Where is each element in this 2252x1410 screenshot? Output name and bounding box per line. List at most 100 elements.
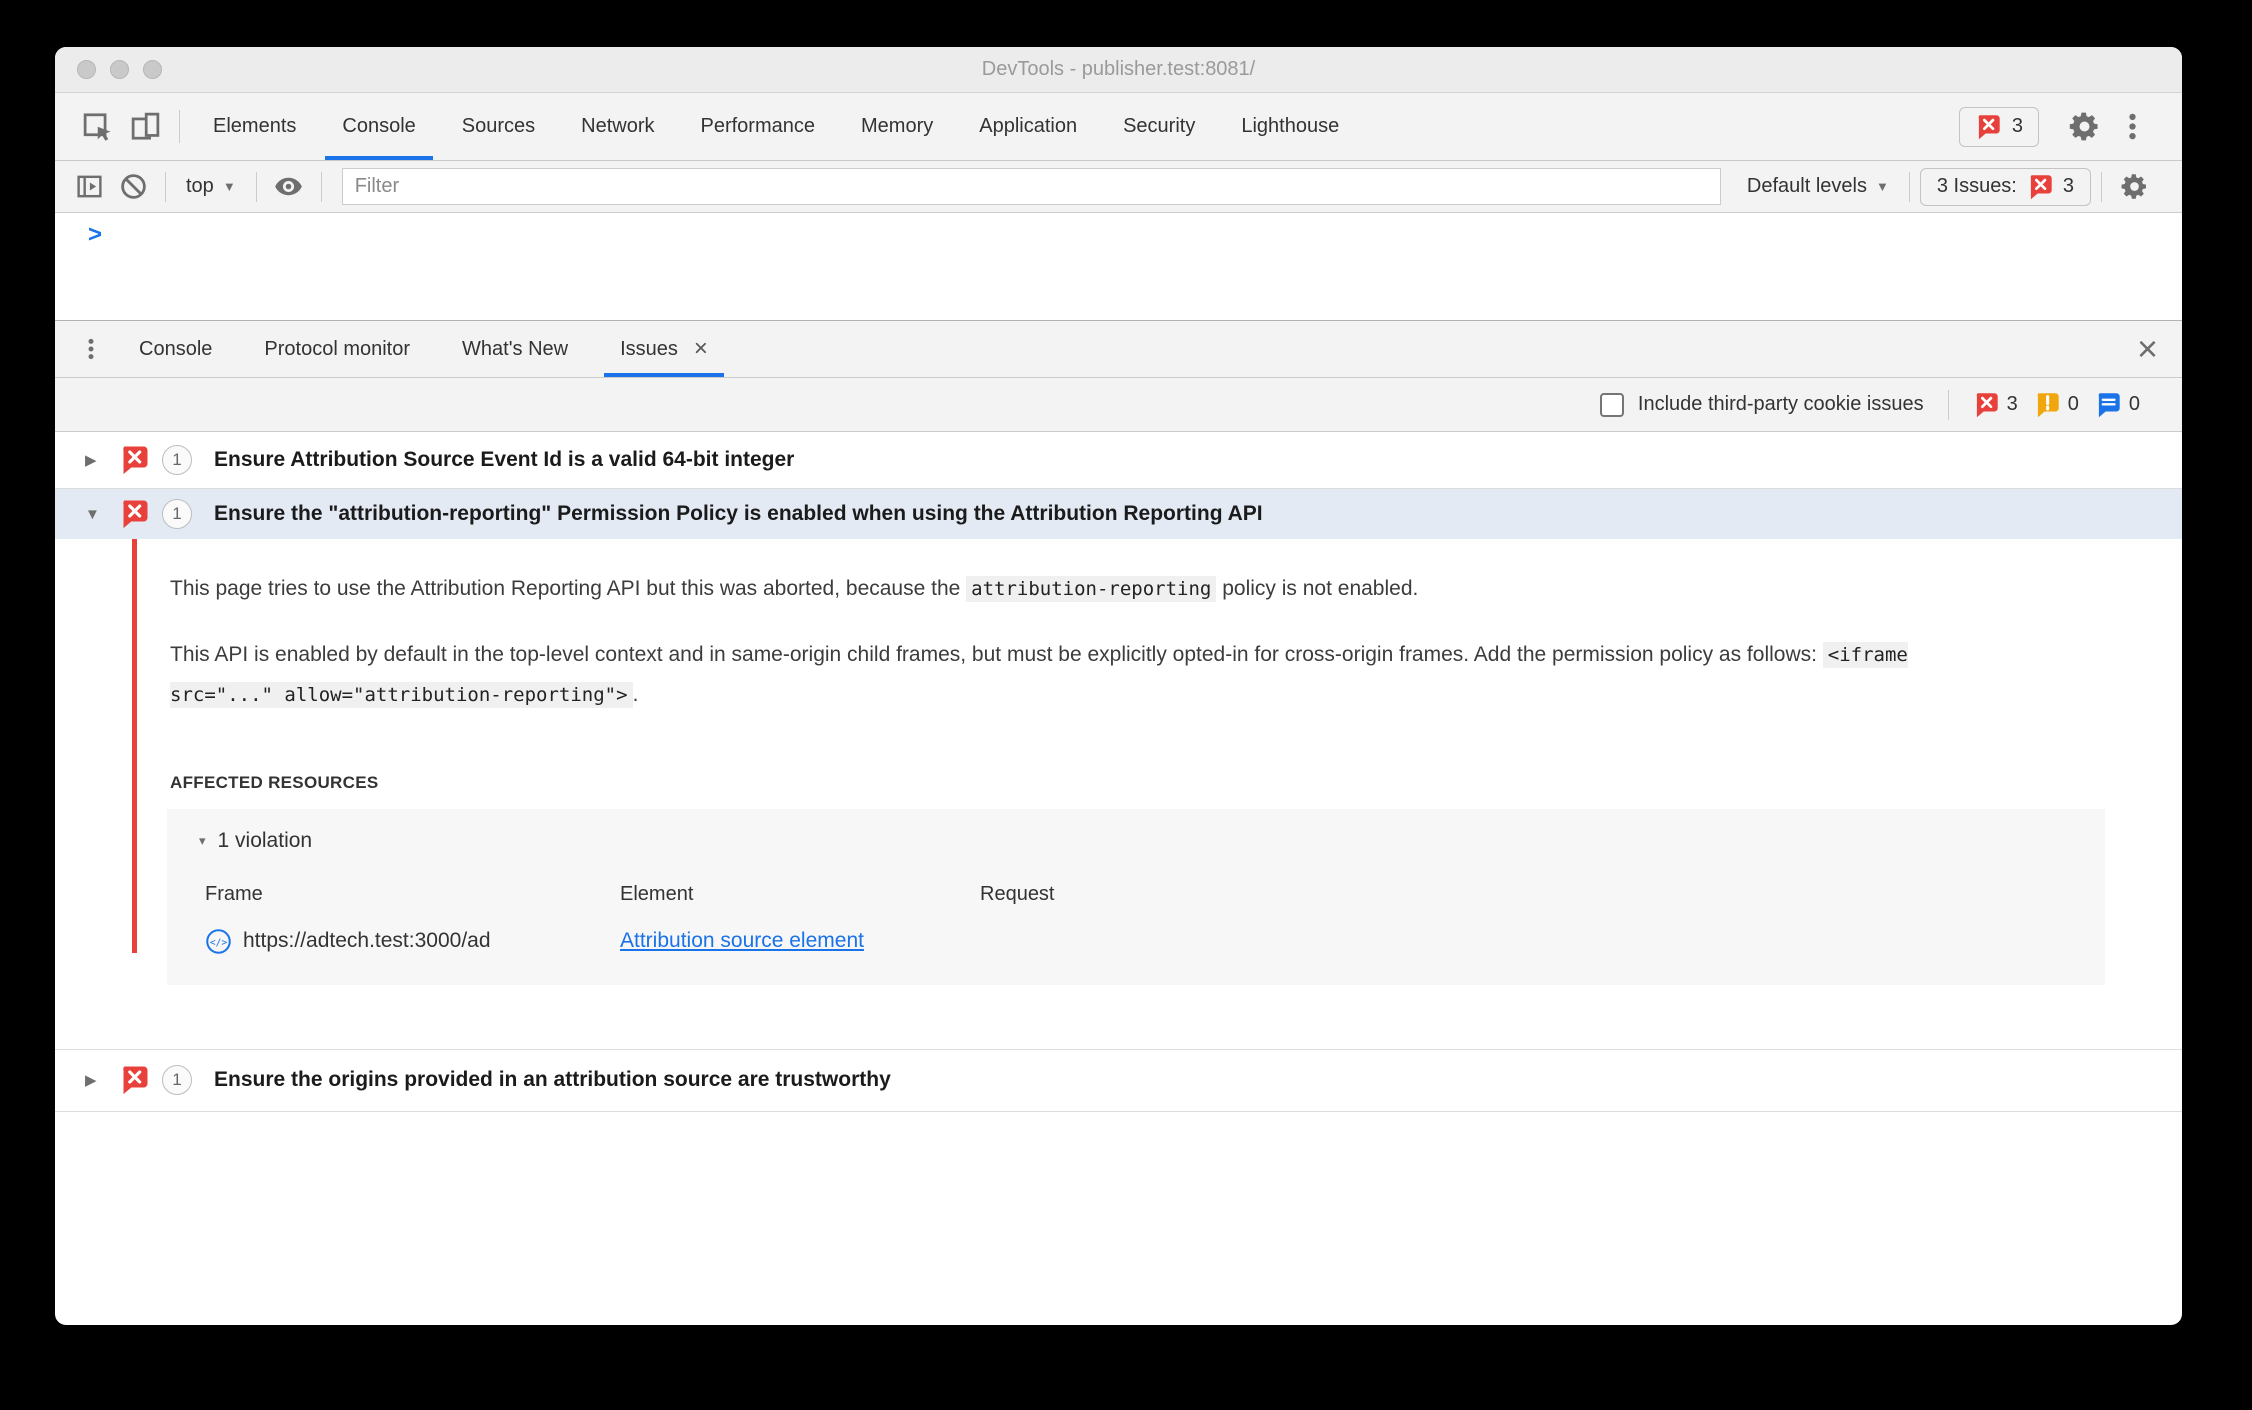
clear-console-icon[interactable] xyxy=(111,172,155,201)
error-count-badge: 3 xyxy=(1973,392,2018,418)
issues-button-count: 3 xyxy=(2062,175,2074,197)
console-prompt-chevron[interactable]: > xyxy=(88,221,102,249)
issues-button-text: 3 Issues: xyxy=(1936,175,2017,197)
issue-title: Ensure the "attribution-reporting" Permi… xyxy=(214,502,1263,525)
devtools-window: DevTools - publisher.test:8081/ Elements… xyxy=(55,47,2182,1325)
resources-table: Frame Element Request </> https://adtech… xyxy=(199,883,2105,955)
levels-label: Default levels xyxy=(1746,175,1867,197)
tab-console[interactable]: Console xyxy=(319,93,438,160)
panel-tabs: Elements Console Sources Network Perform… xyxy=(190,93,1362,160)
tab-elements[interactable]: Elements xyxy=(190,93,319,160)
tab-sources[interactable]: Sources xyxy=(439,93,558,160)
context-label: top xyxy=(186,175,214,197)
more-options-icon[interactable] xyxy=(2108,110,2156,143)
third-party-cookie-label: Include third-party cookie issues xyxy=(1637,393,1924,415)
toolbar-divider xyxy=(179,110,180,143)
log-levels-dropdown[interactable]: Default levels ▼ xyxy=(1737,175,1899,198)
error-bubble-icon xyxy=(1978,114,2000,139)
issue-title: Ensure Attribution Source Event Id is a … xyxy=(214,448,795,471)
close-tab-icon[interactable]: × xyxy=(694,337,708,361)
traffic-lights xyxy=(77,60,162,79)
resource-row: </> https://adtech.test:3000/ad Attribut… xyxy=(205,928,2105,955)
description-text: This page tries to use the Attribution R… xyxy=(170,577,967,600)
toolbar-divider xyxy=(320,171,322,202)
column-element: Element xyxy=(620,882,694,905)
tab-application[interactable]: Application xyxy=(956,93,1100,160)
drawer-tab-issues[interactable]: Issues × xyxy=(594,321,734,377)
error-bubble-icon xyxy=(1976,392,1998,417)
issue-description-2: This API is enabled by default in the to… xyxy=(170,635,1970,715)
issue-title: Ensure the origins provided in an attrib… xyxy=(214,1068,891,1092)
live-expression-eye-icon[interactable] xyxy=(267,172,311,201)
violation-toggle[interactable]: ▾ 1 violation xyxy=(199,829,2105,853)
chevron-down-icon: ▼ xyxy=(1875,179,1889,194)
zoom-window-button[interactable] xyxy=(143,60,162,79)
device-toolbar-icon[interactable] xyxy=(121,93,169,160)
issues-count-button[interactable]: 3 xyxy=(1958,106,2039,147)
issues-toolbar: Include third-party cookie issues 3 0 0 xyxy=(55,378,2182,432)
console-sidebar-toggle-icon[interactable] xyxy=(67,172,111,201)
tab-memory[interactable]: Memory xyxy=(838,93,956,160)
toolbar-divider xyxy=(1947,389,1949,420)
resources-table-header: Frame Element Request xyxy=(205,883,2105,906)
tab-performance[interactable]: Performance xyxy=(678,93,839,160)
drawer-more-tabs-icon[interactable] xyxy=(69,321,113,377)
close-window-button[interactable] xyxy=(77,60,96,79)
attribution-source-element-link[interactable]: Attribution source element xyxy=(620,929,864,952)
policy-code: attribution-reporting xyxy=(966,576,1217,602)
tab-lighthouse[interactable]: Lighthouse xyxy=(1218,93,1362,160)
expand-triangle-icon[interactable]: ▶ xyxy=(85,451,119,469)
issue-row-trustworthy-origins[interactable]: ▶ 1 Ensure the origins provided in an at… xyxy=(55,1050,2182,1112)
frame-source-icon: </> xyxy=(206,928,231,954)
error-severity-bar xyxy=(132,539,137,953)
third-party-cookie-checkbox[interactable] xyxy=(1599,392,1624,417)
column-frame: Frame xyxy=(205,882,263,905)
console-settings-gear-icon[interactable] xyxy=(2112,172,2156,201)
issue-count-pill: 1 xyxy=(162,499,192,529)
issue-description-1: This page tries to use the Attribution R… xyxy=(170,569,1970,609)
violation-label: 1 violation xyxy=(217,828,313,852)
issue-row-permission-policy[interactable]: ▼ 1 Ensure the "attribution-reporting" P… xyxy=(55,489,2182,539)
issue-row-event-id[interactable]: ▶ 1 Ensure Attribution Source Event Id i… xyxy=(55,432,2182,489)
error-count: 3 xyxy=(2006,393,2018,415)
main-toolbar-right: 3 xyxy=(1958,93,2156,160)
console-filter-input[interactable] xyxy=(341,168,1721,205)
close-drawer-icon[interactable]: × xyxy=(2137,321,2158,377)
console-toolbar: top ▼ Default levels ▼ 3 Issues: 3 xyxy=(55,161,2182,213)
frame-url: https://adtech.test:3000/ad xyxy=(243,929,491,953)
message-bubble-icon xyxy=(2098,392,2120,417)
collapse-triangle-icon[interactable]: ▼ xyxy=(85,506,119,523)
toolbar-divider xyxy=(255,171,257,202)
message-count: 0 xyxy=(2128,393,2140,415)
affected-resources-box: ▾ 1 violation Frame Element Request </> … xyxy=(167,808,2105,985)
expand-triangle-icon[interactable]: ▶ xyxy=(85,1071,119,1089)
drawer-tab-bar: Console Protocol monitor What's New Issu… xyxy=(55,321,2182,378)
console-messages-area[interactable]: > xyxy=(55,213,2182,321)
toolbar-divider xyxy=(165,171,166,202)
drawer-tab-console[interactable]: Console xyxy=(113,321,238,377)
collapse-triangle-icon: ▾ xyxy=(199,832,206,848)
description-text: This API is enabled by default in the to… xyxy=(170,642,1823,666)
tab-network[interactable]: Network xyxy=(558,93,677,160)
issue-details: This page tries to use the Attribution R… xyxy=(55,539,2182,1050)
warning-bubble-icon xyxy=(2037,392,2059,417)
column-request: Request xyxy=(980,882,1055,905)
minimize-window-button[interactable] xyxy=(110,60,129,79)
drawer-tab-issues-label: Issues xyxy=(620,337,678,360)
error-bubble-icon xyxy=(123,1066,148,1095)
settings-gear-icon[interactable] xyxy=(2060,110,2108,143)
issues-counter-button[interactable]: 3 Issues: 3 xyxy=(1919,167,2091,206)
main-toolbar: Elements Console Sources Network Perform… xyxy=(55,93,2182,161)
drawer-tab-whats-new[interactable]: What's New xyxy=(436,321,594,377)
tab-security[interactable]: Security xyxy=(1100,93,1218,160)
inspect-element-icon[interactable] xyxy=(73,93,121,160)
title-bar: DevTools - publisher.test:8081/ xyxy=(55,47,2182,93)
drawer-tab-protocol-monitor[interactable]: Protocol monitor xyxy=(238,321,436,377)
error-bubble-icon xyxy=(2030,174,2052,199)
issue-count-pill: 1 xyxy=(162,445,192,475)
message-count-badge: 0 xyxy=(2095,392,2140,418)
issue-count-badges: 3 0 0 xyxy=(1973,392,2140,418)
javascript-context-dropdown[interactable]: top ▼ xyxy=(176,175,246,198)
toolbar-divider xyxy=(1908,171,1910,202)
issue-count-pill: 1 xyxy=(162,1065,192,1096)
